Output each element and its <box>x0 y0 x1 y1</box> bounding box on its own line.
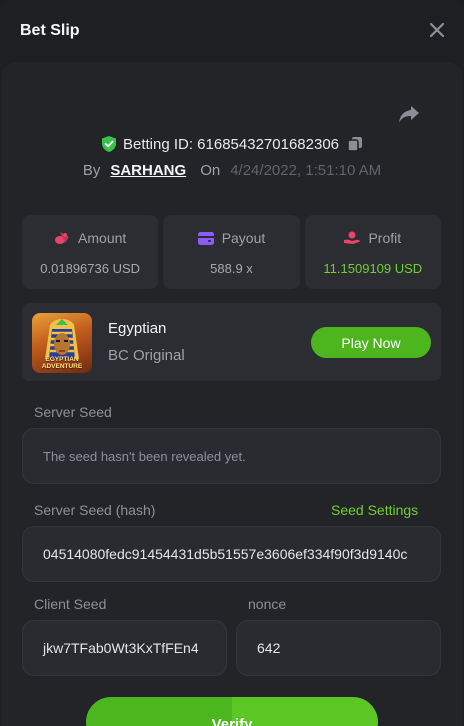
by-label: By <box>82 161 101 179</box>
server-seed-field: The seed hasn't been revealed yet. <box>22 428 441 484</box>
bet-stats: Amount 0.01896736 USD Payout 588.9 x Pro… <box>22 215 441 289</box>
server-seed-hash-label: Server Seed (hash) <box>34 502 156 518</box>
game-subtitle: BC Original <box>108 347 185 364</box>
client-seed-label: Client Seed <box>34 596 107 612</box>
share-icon[interactable] <box>398 104 420 124</box>
profit-label: Profit <box>368 230 402 246</box>
client-seed-field[interactable]: jkw7TFab0Wt3KxTfFEn4 <box>22 620 227 676</box>
hand-coin-icon <box>344 231 361 244</box>
game-name: Egyptian <box>108 320 167 337</box>
modal-header: Bet Slip <box>0 0 464 62</box>
play-now-button[interactable]: Play Now <box>311 327 431 358</box>
amount-value: 0.01896736 USD <box>40 261 141 276</box>
close-icon[interactable] <box>428 21 446 39</box>
bet-author-row: By SARHANG On 4/24/2022, 1:51:10 AM <box>0 160 464 180</box>
amount-stat: Amount 0.01896736 USD <box>22 215 159 289</box>
amount-label: Amount <box>78 230 127 246</box>
payout-stat: Payout 588.9 x <box>163 215 300 289</box>
betting-id: Betting ID: 61685432701682306 <box>122 135 340 153</box>
seed-settings-link[interactable]: Seed Settings <box>331 502 418 518</box>
nonce-label: nonce <box>248 596 287 612</box>
betting-id-row: Betting ID: 61685432701682306 <box>0 133 464 155</box>
copy-icon[interactable] <box>347 136 363 152</box>
wallet-icon <box>197 231 214 245</box>
bet-slip-modal: Bet Slip Betting ID: 61685432701682306 B… <box>0 0 464 726</box>
nonce-field[interactable]: 642 <box>236 620 441 676</box>
bet-date: 4/24/2022, 1:51:10 AM <box>230 161 382 179</box>
username-link[interactable]: SARHANG <box>110 162 186 179</box>
on-label: On <box>200 161 221 179</box>
thumb-logo-text: EGYPTIAN ADVENTURE <box>41 356 83 370</box>
game-thumbnail[interactable]: EGYPTIAN ADVENTURE <box>32 313 92 373</box>
server-seed-label: Server Seed <box>34 404 112 420</box>
payout-label: Payout <box>221 230 266 246</box>
modal-title: Bet Slip <box>20 22 80 39</box>
server-seed-hash-field[interactable]: 04514080fedc91454431d5b51557e3606ef334f9… <box>22 526 441 582</box>
profit-stat: Profit 11.1509109 USD <box>304 215 441 289</box>
game-card: EGYPTIAN ADVENTURE Egyptian BC Original … <box>22 303 441 381</box>
verify-button[interactable]: Verify <box>86 697 378 726</box>
shield-check-icon <box>101 136 116 152</box>
coins-icon <box>55 232 70 244</box>
payout-value: 588.9 x <box>210 261 253 276</box>
profit-value: 11.1509109 USD <box>323 261 423 276</box>
